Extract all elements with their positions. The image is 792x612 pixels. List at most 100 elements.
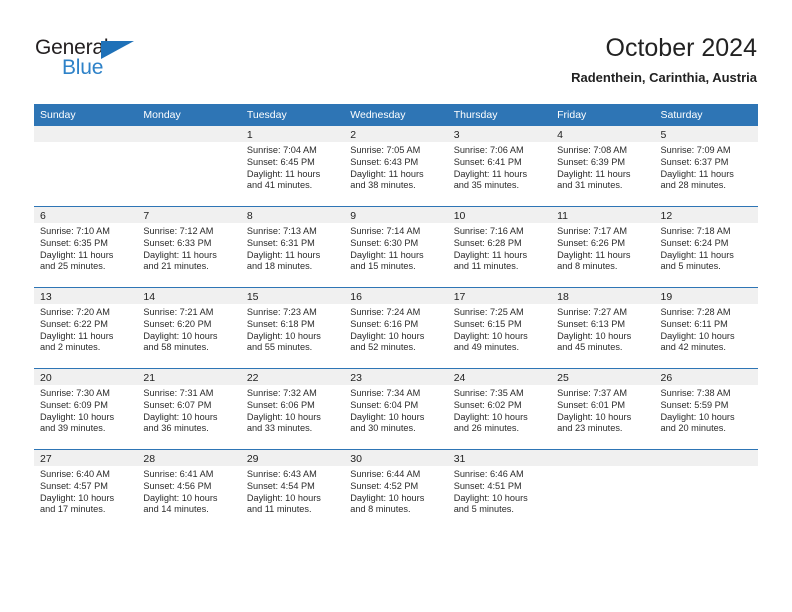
day-detail-line: Sunrise: 7:32 AM xyxy=(246,388,317,398)
day-details: Sunrise: 7:17 AM Sunset: 6:26 PM Daylight:… xyxy=(551,223,654,273)
day-detail-line: and 18 minutes. xyxy=(246,261,313,272)
calendar-day-cell[interactable]: 30 Sunrise: 6:44 AM Sunset: 4:52 PM Dayligh… xyxy=(344,449,448,530)
day-number: 31 xyxy=(447,450,552,466)
day-number: 11 xyxy=(551,207,655,223)
calendar-day-cell[interactable]: 2 Sunrise: 7:05 AM Sunset: 6:43 PM Daylight… xyxy=(344,126,448,207)
calendar-day-cell[interactable]: 10 Sunrise: 7:16 AM Sunset: 6:28 PM Dayligh… xyxy=(447,206,552,288)
day-detail-line: Sunset: 6:20 PM xyxy=(143,318,212,329)
day-detail-line: Sunrise: 7:28 AM xyxy=(660,307,731,317)
day-number: 29 xyxy=(240,450,345,466)
calendar-day-cell[interactable]: 3 Sunrise: 7:06 AM Sunset: 6:41 PM Daylight… xyxy=(447,126,552,207)
calendar-day-cell[interactable]: 5 Sunrise: 7:09 AM Sunset: 6:37 PM Daylight… xyxy=(654,126,758,207)
day-number: 4 xyxy=(551,126,655,142)
day-detail-line: Sunrise: 7:16 AM xyxy=(453,226,524,236)
calendar-day-cell[interactable]: 31 Sunrise: 6:46 AM Sunset: 4:51 PM Dayligh… xyxy=(447,449,552,530)
calendar-day-cell[interactable]: 23 Sunrise: 7:34 AM Sunset: 6:04 PM Dayligh… xyxy=(344,368,448,450)
weekday-header-saturday: Saturday xyxy=(654,104,758,126)
day-detail-line: Sunrise: 7:13 AM xyxy=(246,226,317,236)
calendar-day-cell[interactable]: 16 Sunrise: 7:24 AM Sunset: 6:16 PM Dayligh… xyxy=(344,287,448,369)
day-details: Sunrise: 7:20 AM Sunset: 6:22 PM Daylight:… xyxy=(34,304,137,354)
day-detail-line: Sunset: 6:07 PM xyxy=(143,399,212,410)
day-detail-line: Sunrise: 7:05 AM xyxy=(350,145,421,155)
calendar-day-cell[interactable]: 28 Sunrise: 6:41 AM Sunset: 4:56 PM Dayligh… xyxy=(137,449,241,530)
day-detail-line: Sunrise: 7:06 AM xyxy=(453,145,524,155)
day-detail-line: and 42 minutes. xyxy=(660,342,726,353)
day-number: 26 xyxy=(654,369,758,385)
day-number: 28 xyxy=(137,450,241,466)
day-details: Sunrise: 7:34 AM Sunset: 6:04 PM Daylight:… xyxy=(344,385,447,435)
calendar-day-cell[interactable]: 13 Sunrise: 7:20 AM Sunset: 6:22 PM Dayligh… xyxy=(34,287,138,369)
day-detail-line: and 52 minutes. xyxy=(350,342,416,353)
day-details: Sunrise: 6:40 AM Sunset: 4:57 PM Daylight:… xyxy=(34,466,137,516)
day-detail-line: Daylight: 10 hours xyxy=(557,330,632,341)
calendar-day-cell[interactable]: 29 Sunrise: 6:43 AM Sunset: 4:54 PM Dayligh… xyxy=(240,449,345,530)
calendar-page: General Blue October 2024 Radenthein, Ca… xyxy=(0,0,792,612)
calendar-day-cell[interactable]: 12 Sunrise: 7:18 AM Sunset: 6:24 PM Dayligh… xyxy=(654,206,758,288)
day-detail-line: and 2 minutes. xyxy=(40,342,101,353)
calendar-day-cell[interactable]: 19 Sunrise: 7:28 AM Sunset: 6:11 PM Dayligh… xyxy=(654,287,758,369)
calendar-day-cell[interactable]: 7 Sunrise: 7:12 AM Sunset: 6:33 PM Daylight… xyxy=(137,206,241,288)
calendar-day-cell[interactable]: 4 Sunrise: 7:08 AM Sunset: 6:39 PM Daylight… xyxy=(551,126,655,207)
calendar-day-cell[interactable]: 1 Sunrise: 7:04 AM Sunset: 6:45 PM Daylight… xyxy=(240,126,345,207)
day-detail-line: Sunset: 6:01 PM xyxy=(557,399,626,410)
day-detail-line: Sunset: 6:15 PM xyxy=(453,318,522,329)
calendar-day-cell[interactable]: 24 Sunrise: 7:35 AM Sunset: 6:02 PM Dayligh… xyxy=(447,368,552,450)
day-details: Sunrise: 7:32 AM Sunset: 6:06 PM Daylight:… xyxy=(241,385,344,435)
calendar-day-cell[interactable]: 25 Sunrise: 7:37 AM Sunset: 6:01 PM Dayligh… xyxy=(551,368,655,450)
calendar-day-cell[interactable]: 9 Sunrise: 7:14 AM Sunset: 6:30 PM Daylight… xyxy=(344,206,448,288)
day-detail-line: Daylight: 11 hours xyxy=(557,168,631,179)
logo-text-blue: Blue xyxy=(62,56,104,79)
day-detail-line: Sunrise: 7:30 AM xyxy=(40,388,110,398)
day-detail-line: Sunrise: 6:44 AM xyxy=(350,469,421,479)
day-details: Sunrise: 7:31 AM Sunset: 6:07 PM Daylight:… xyxy=(137,385,240,435)
day-details: Sunrise: 6:43 AM Sunset: 4:54 PM Daylight:… xyxy=(241,466,344,516)
day-detail-line: Sunrise: 7:09 AM xyxy=(660,145,731,155)
calendar-day-cell[interactable]: 18 Sunrise: 7:27 AM Sunset: 6:13 PM Dayligh… xyxy=(551,287,655,369)
day-detail-line: Sunrise: 7:27 AM xyxy=(557,307,628,317)
day-detail-line: Daylight: 10 hours xyxy=(143,411,218,422)
day-details: Sunrise: 7:28 AM Sunset: 6:11 PM Daylight:… xyxy=(655,304,758,354)
day-detail-line: Sunset: 4:54 PM xyxy=(246,480,315,491)
day-detail-line: and 45 minutes. xyxy=(557,342,623,353)
day-number: 14 xyxy=(137,288,241,304)
page-title: October 2024 xyxy=(605,34,758,62)
day-details: Sunrise: 7:25 AM Sunset: 6:15 PM Daylight:… xyxy=(448,304,551,354)
weekday-header-tuesday: Tuesday xyxy=(240,104,345,126)
day-details: Sunrise: 7:04 AM Sunset: 6:45 PM Daylight:… xyxy=(241,142,344,192)
page-header: General Blue October 2024 Radenthein, Ca… xyxy=(0,0,792,100)
day-number: 15 xyxy=(240,288,345,304)
day-detail-line: Sunset: 6:45 PM xyxy=(246,156,315,167)
day-number: 22 xyxy=(240,369,345,385)
general-blue-logo: General Blue xyxy=(35,36,155,86)
day-detail-line: and 15 minutes. xyxy=(350,261,416,272)
day-number: 1 xyxy=(240,126,345,142)
calendar-day-cell[interactable]: 17 Sunrise: 7:25 AM Sunset: 6:15 PM Dayligh… xyxy=(447,287,552,369)
day-detail-line: and 49 minutes. xyxy=(453,342,520,353)
day-detail-line: Sunrise: 7:12 AM xyxy=(143,226,214,236)
day-detail-line: and 17 minutes. xyxy=(40,504,106,515)
day-number: 23 xyxy=(344,369,448,385)
day-detail-line: Sunset: 6:22 PM xyxy=(40,318,108,329)
calendar-day-cell[interactable]: 6 Sunrise: 7:10 AM Sunset: 6:35 PM Daylight… xyxy=(34,206,138,288)
calendar-day-cell[interactable]: 11 Sunrise: 7:17 AM Sunset: 6:26 PM Dayligh… xyxy=(551,206,655,288)
day-detail-line: Daylight: 10 hours xyxy=(350,492,425,503)
calendar-day-cell[interactable]: 27 Sunrise: 6:40 AM Sunset: 4:57 PM Dayligh… xyxy=(34,449,138,530)
calendar-day-cell[interactable]: 14 Sunrise: 7:21 AM Sunset: 6:20 PM Dayligh… xyxy=(137,287,241,369)
calendar-day-cell[interactable]: 8 Sunrise: 7:13 AM Sunset: 6:31 PM Daylight… xyxy=(240,206,345,288)
day-number xyxy=(551,450,655,466)
calendar-day-cell[interactable]: 22 Sunrise: 7:32 AM Sunset: 6:06 PM Dayligh… xyxy=(240,368,345,450)
calendar-day-cell[interactable]: 20 Sunrise: 7:30 AM Sunset: 6:09 PM Dayligh… xyxy=(34,368,138,450)
day-detail-line: Sunset: 6:35 PM xyxy=(40,237,108,248)
day-number xyxy=(34,126,138,142)
day-details: Sunrise: 7:18 AM Sunset: 6:24 PM Daylight:… xyxy=(655,223,758,273)
day-detail-line: and 11 minutes. xyxy=(453,261,519,272)
calendar-day-cell[interactable]: 26 Sunrise: 7:38 AM Sunset: 5:59 PM Dayligh… xyxy=(654,368,758,450)
calendar-day-cell[interactable]: 15 Sunrise: 7:23 AM Sunset: 6:18 PM Dayligh… xyxy=(240,287,345,369)
day-detail-line: Sunrise: 7:31 AM xyxy=(143,388,214,398)
day-detail-line: Daylight: 11 hours xyxy=(660,168,734,179)
day-detail-line: Daylight: 10 hours xyxy=(453,411,528,422)
day-detail-line: and 11 minutes. xyxy=(246,504,312,515)
day-number: 3 xyxy=(447,126,552,142)
day-detail-line: Daylight: 10 hours xyxy=(246,492,321,503)
calendar-day-cell[interactable]: 21 Sunrise: 7:31 AM Sunset: 6:07 PM Dayligh… xyxy=(137,368,241,450)
